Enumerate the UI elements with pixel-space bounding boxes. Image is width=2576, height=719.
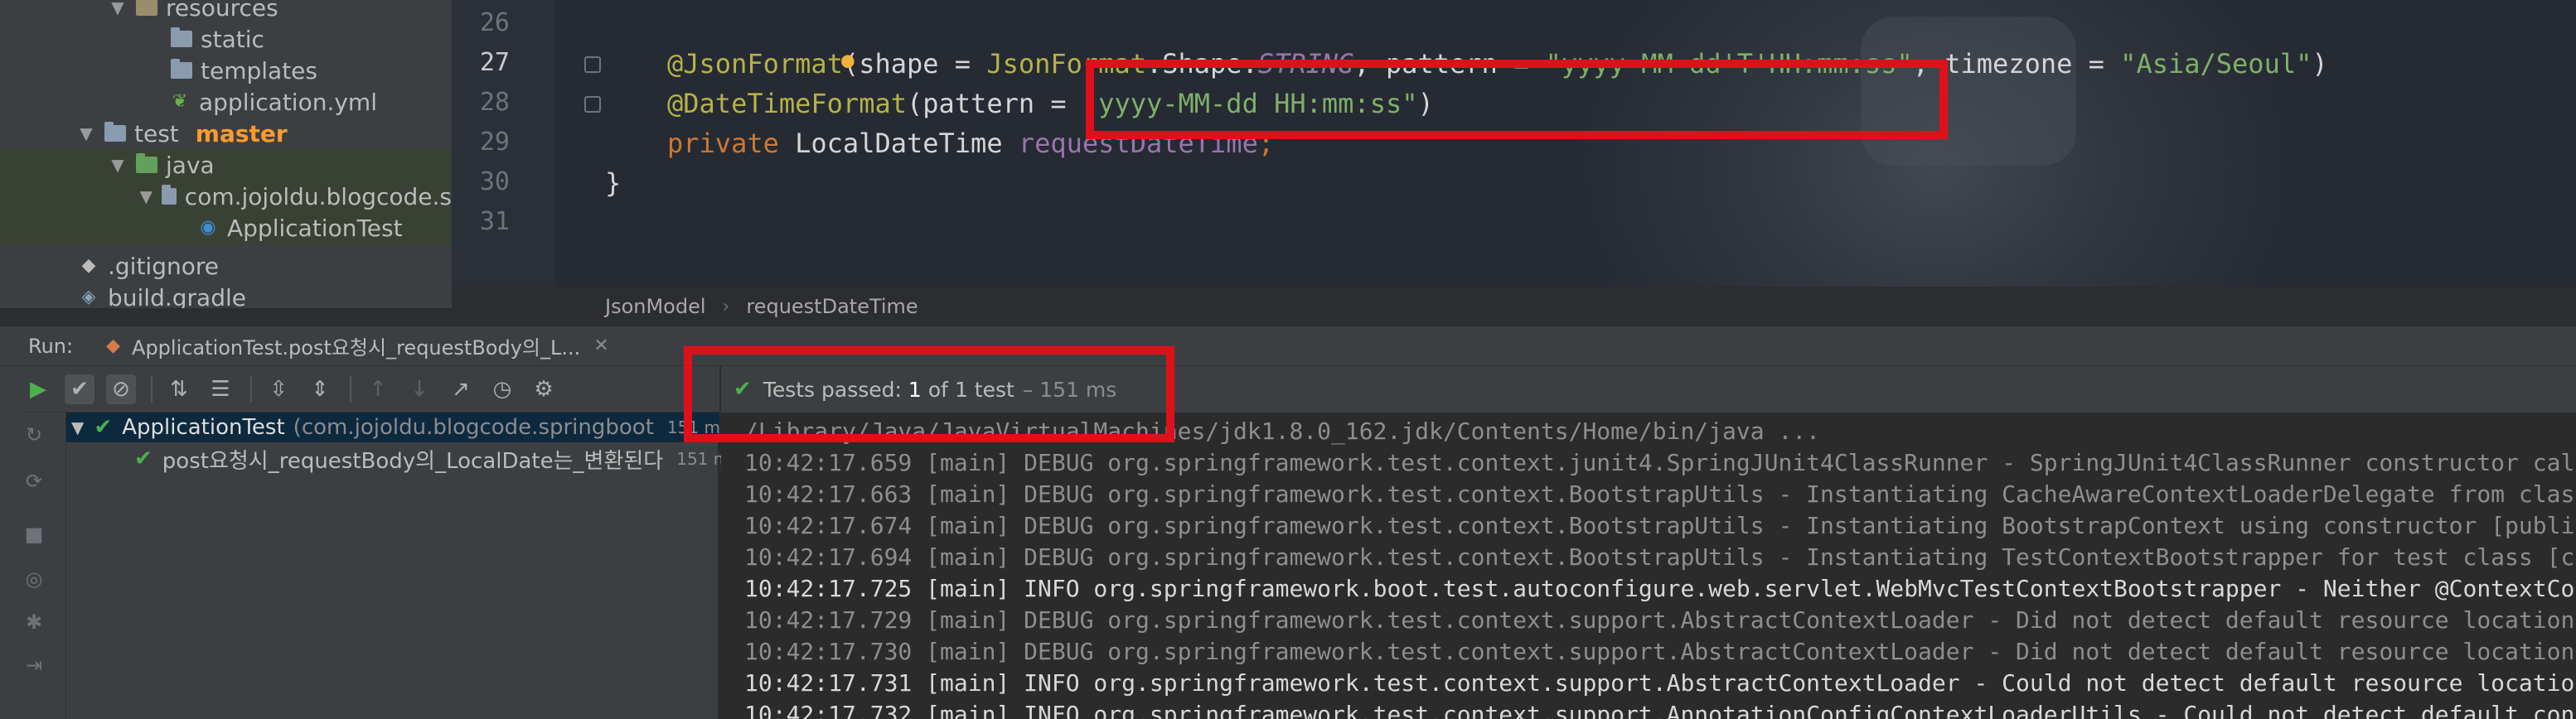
java-class-icon: ◉	[200, 217, 216, 238]
console-output[interactable]: ✔ Tests passed: 1 of 1 test – 151 ms /Li…	[721, 366, 2576, 719]
test-row-class[interactable]: ▼ ✔ ApplicationTest (com.jojoldu.blogcod…	[66, 413, 729, 442]
resources-folder-icon	[136, 0, 157, 16]
breadcrumb-class[interactable]: JsonModel	[605, 295, 706, 318]
project-tree: ▼ resources static templates ❦ applicati…	[0, 0, 452, 308]
tree-item-static[interactable]: static	[0, 23, 452, 55]
console-line: 10:42:17.729 [main] DEBUG org.springfram…	[744, 606, 2576, 634]
tree-item-resources[interactable]: ▼ resources	[0, 0, 452, 23]
fold-marker-icon[interactable]	[584, 56, 601, 73]
line-number: 26	[479, 8, 510, 37]
intention-bulb-icon[interactable]: ●	[841, 41, 855, 80]
test-runner-toolbar: ▶ ✔ ⊘ ⇅ ☰ ⇳ ⇕ ↑ ↓ ↗ ◷ ⚙	[23, 366, 719, 413]
tree-item-build-gradle[interactable]: ◈ build.gradle	[0, 282, 452, 309]
tree-item-application-test[interactable]: ◉ ApplicationTest	[0, 212, 452, 244]
git-branch-label: master	[195, 119, 288, 147]
camera-icon[interactable]: ◎	[23, 568, 45, 590]
tree-item-application-yml[interactable]: ❦ application.yml	[0, 86, 452, 118]
tree-item-java[interactable]: ▼ java	[0, 149, 452, 181]
console-line: 10:42:17.659 [main] DEBUG org.springfram…	[744, 449, 2576, 476]
show-ignored-icon[interactable]: ⊘	[106, 374, 136, 404]
chevron-down-icon: ▼	[139, 186, 153, 206]
export-results-icon[interactable]: ↗	[446, 374, 476, 404]
breadcrumb-field[interactable]: requestDateTime	[746, 295, 918, 318]
run-side-toolbar: ▶ ↻ ⟳ ■ ◎ ✱ ⇥	[0, 366, 66, 719]
run-config-tab[interactable]: ◆ ApplicationTest.post요청시_requestBody의_L…	[106, 331, 609, 360]
breadcrumb: JsonModel › requestDateTime	[452, 287, 2576, 326]
fold-marker-icon[interactable]	[584, 96, 601, 113]
run-icon[interactable]: ▶	[23, 374, 53, 404]
test-source-folder-icon	[136, 153, 157, 173]
folder-icon	[104, 122, 126, 142]
chevron-down-icon: ▼	[111, 0, 124, 17]
line-number: 27	[479, 48, 510, 77]
console-line: 10:42:17.663 [main] DEBUG org.springfram…	[744, 480, 2576, 508]
previous-failed-icon[interactable]: ↑	[363, 374, 393, 404]
line-number: 31	[479, 207, 510, 236]
code-line-28: @DateTimeFormat(pattern = "yyyy-MM-dd HH…	[667, 88, 1434, 119]
line-number-gutter: 26 27 28 29 30 31	[452, 0, 555, 287]
toolbar-divider	[250, 375, 252, 403]
folder-icon	[171, 27, 192, 47]
test-status-bar: ✔ Tests passed: 1 of 1 test – 151 ms	[721, 366, 2576, 413]
gradle-icon: ◈	[81, 287, 96, 307]
chevron-down-icon: ▼	[111, 155, 124, 175]
line-number: 30	[479, 167, 510, 196]
console-line: 10:42:17.731 [main] INFO org.springframe…	[744, 669, 2576, 697]
test-results-tree: ▼ ✔ ApplicationTest (com.jojoldu.blogcod…	[66, 413, 738, 719]
git-icon: ◆	[81, 255, 96, 276]
package-icon	[161, 185, 177, 205]
collapse-all-icon[interactable]: ⇕	[305, 374, 335, 404]
console-line: 10:42:17.730 [main] DEBUG org.springfram…	[744, 638, 2576, 665]
run-label: Run:	[28, 334, 74, 358]
settings-icon[interactable]: ✱	[23, 611, 45, 633]
console-line: 10:42:17.732 [main] INFO org.springframe…	[744, 701, 2576, 719]
close-icon[interactable]: ✕	[593, 335, 608, 356]
toolbar-divider	[151, 375, 153, 403]
console-line: 10:42:17.674 [main] DEBUG org.springfram…	[744, 512, 2576, 539]
test-history-icon[interactable]: ◷	[487, 374, 517, 404]
line-number: 29	[479, 128, 510, 157]
gear-icon[interactable]: ⚙	[529, 374, 559, 404]
chevron-right-icon: ›	[722, 296, 730, 317]
test-passed-icon: ✔	[734, 377, 752, 402]
code-line-29: private LocalDateTime requestDateTime;	[667, 128, 1275, 159]
export-icon[interactable]: ⇥	[23, 654, 45, 676]
code-line-30: }	[605, 167, 622, 199]
code-line-27: @JsonFormat ● (shape = JsonFormat.Shape.ST…	[667, 45, 2328, 83]
chevron-down-icon: ▼	[71, 417, 85, 437]
test-config-icon: ◆	[106, 335, 121, 356]
run-tool-window-header: Run: ◆ ApplicationTest.post요청시_requestBo…	[0, 326, 2576, 366]
stop-icon[interactable]: ■	[23, 524, 45, 545]
sort-alphabetically-icon[interactable]: ⇅	[164, 374, 194, 404]
rerun-failed-icon[interactable]: ↻	[23, 424, 45, 446]
background-image-detail	[1861, 17, 2076, 166]
expand-all-icon[interactable]: ⇳	[264, 374, 293, 404]
chevron-down-icon: ▼	[80, 123, 93, 143]
test-row-method[interactable]: ✔ post요청시_requestBody의_LocalDate는_변환된다 1…	[66, 444, 738, 474]
test-passed-icon: ✔	[94, 415, 113, 440]
show-passed-icon[interactable]: ✔	[65, 374, 94, 404]
ide-window: ▼ resources static templates ❦ applicati…	[0, 0, 2576, 719]
folder-icon	[171, 59, 192, 79]
sort-by-duration-icon[interactable]: ☰	[206, 374, 235, 404]
code-editor[interactable]: 26 27 28 29 30 31 @JsonFormat ● (shape = J…	[452, 0, 2576, 287]
toolbar-divider	[350, 375, 351, 403]
toggle-auto-test-icon[interactable]: ⟳	[23, 470, 45, 492]
next-failed-icon[interactable]: ↓	[404, 374, 434, 404]
yaml-file-icon: ❦	[172, 91, 188, 112]
console-line: 10:42:17.725 [main] INFO org.springframe…	[744, 575, 2576, 602]
test-passed-icon: ✔	[134, 446, 153, 471]
tree-item-test[interactable]: ▼ test master	[0, 118, 452, 149]
console-line: /Library/Java/JavaVirtualMachines/jdk1.8…	[744, 417, 1821, 445]
line-number: 28	[479, 88, 510, 117]
tree-item-templates[interactable]: templates	[0, 55, 452, 86]
tree-item-gitignore[interactable]: ◆ .gitignore	[0, 250, 452, 282]
console-line: 10:42:17.694 [main] DEBUG org.springfram…	[744, 543, 2576, 571]
tree-item-package[interactable]: ▼ com.jojoldu.blogcode.s	[0, 181, 452, 212]
